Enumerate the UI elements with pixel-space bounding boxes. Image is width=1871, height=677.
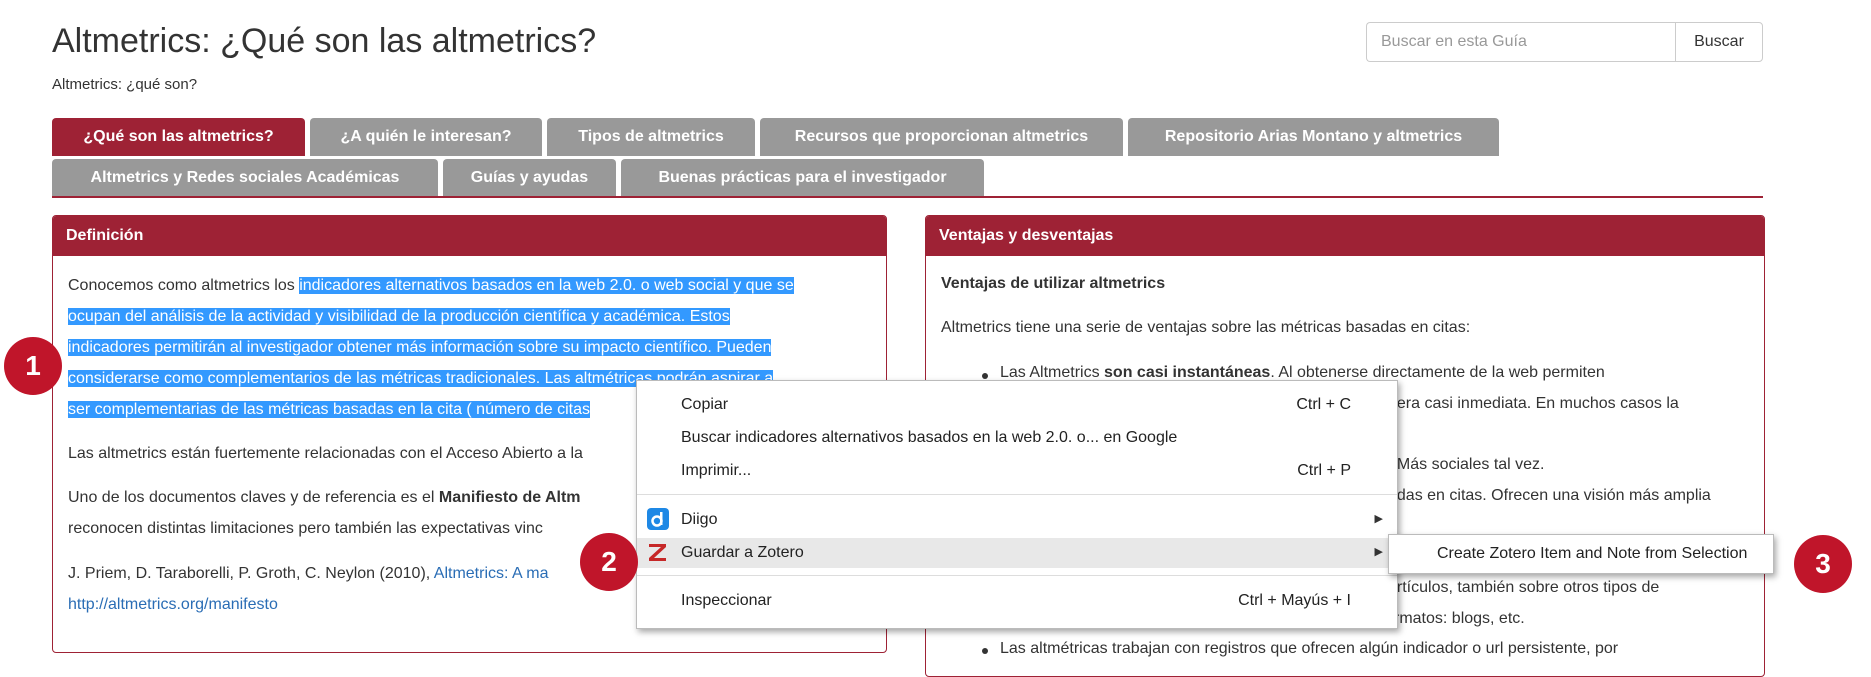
ventaja-2-fragment: . Más sociales tal vez.	[1388, 456, 1545, 473]
citation-line: J. Priem, D. Taraborelli, P. Groth, C. N…	[68, 565, 548, 583]
menu-item-create-zotero-item[interactable]: Create Zotero Item and Note from Selecti…	[1389, 539, 1773, 569]
definicion-para-1-line-3: indicadores permitirán al investigador o…	[68, 339, 772, 357]
search-input[interactable]	[1366, 22, 1676, 62]
tab-guias[interactable]: Guías y ayudas	[443, 159, 616, 197]
ventaja-3-fragment: adas en citas. Ofrecen una visión más am…	[1388, 487, 1711, 504]
page-title: Altmetrics: ¿Qué son las altmetrics?	[52, 22, 597, 60]
citation-authors: J. Priem, D. Taraborelli, P. Groth, C. N…	[68, 565, 434, 582]
diigo-icon	[647, 508, 669, 530]
bullet-dot	[982, 648, 988, 654]
search-button[interactable]: Buscar	[1675, 22, 1763, 62]
definicion-para-3-line-1: Uno de los documentos claves y de refere…	[68, 489, 581, 507]
ventajas-intro: Altmetrics tiene una serie de ventajas s…	[941, 319, 1471, 336]
definicion-para-1-line-2: ocupan del análisis de la actividad y vi…	[68, 308, 730, 326]
callout-badge-3: 3	[1794, 535, 1852, 593]
callout-badge-1: 1	[4, 337, 62, 395]
menu-item-label: Imprimir...	[681, 462, 752, 479]
menu-item-label: Copiar	[681, 396, 729, 413]
tab-que-son[interactable]: ¿Qué son las altmetrics?	[52, 118, 305, 156]
definicion-para-3-line-2: reconocen distintas limitaciones pero ta…	[68, 520, 543, 537]
ventajas-panel-title: Ventajas y desventajas	[926, 216, 1764, 256]
manifiesto-bold: Manifiesto de Altm	[438, 489, 581, 506]
definicion-para-2: Las altmetrics están fuertemente relacio…	[68, 445, 583, 462]
menu-separator	[637, 494, 1397, 495]
menu-item-imprimir[interactable]: Imprimir... Ctrl + P	[637, 456, 1397, 486]
ventajas-subheading: Ventajas de utilizar altmetrics	[941, 275, 1166, 292]
ventaja-bold: son casi instantáneas	[1104, 364, 1271, 381]
menu-item-diigo[interactable]: Diigo ▶	[637, 505, 1397, 535]
ventaja-4-fragment: artículos, también sobre otros tipos de	[1388, 579, 1660, 596]
context-menu: Copiar Ctrl + C Buscar indicadores alter…	[636, 380, 1398, 629]
definicion-para-1-line-1: Conocemos como altmetrics los indicadore…	[68, 277, 794, 295]
zotero-submenu: Create Zotero Item and Note from Selecti…	[1388, 534, 1774, 574]
submenu-arrow-icon: ▶	[1374, 513, 1383, 525]
definicion-text: Conocemos como altmetrics los	[68, 277, 300, 294]
menu-item-label: Buscar indicadores alternativos basados …	[681, 429, 1178, 446]
manifesto-link[interactable]: Altmetrics: A ma	[434, 565, 549, 582]
definicion-panel-title: Definición	[53, 216, 886, 256]
tab-recursos[interactable]: Recursos que proporcionan altmetrics	[760, 118, 1123, 156]
selected-text[interactable]: ser complementarias de las métricas basa…	[68, 401, 591, 418]
citation-url-line: http://altmetrics.org/manifesto	[68, 596, 278, 614]
menu-item-buscar-google[interactable]: Buscar indicadores alternativos basados …	[637, 423, 1397, 453]
ventaja-1-line-2: nera casi inmediata. En muchos casos la	[1388, 395, 1679, 412]
manifesto-url-link[interactable]: http://altmetrics.org/manifesto	[68, 596, 278, 613]
bullet-dot	[982, 373, 988, 379]
ventaja-5: Las altmétricas trabajan con registros q…	[1000, 640, 1619, 657]
menu-item-guardar-zotero[interactable]: Guardar a Zotero ▶	[637, 538, 1397, 568]
menu-item-shortcut: Ctrl + P	[1297, 462, 1351, 479]
selected-text[interactable]: indicadores alternativos basados en la w…	[299, 277, 794, 294]
menu-item-shortcut: Ctrl + Mayús + I	[1238, 592, 1351, 609]
definicion-para-1-line-5: ser complementarias de las métricas basa…	[68, 401, 591, 419]
tab-repositorio[interactable]: Repositorio Arias Montano y altmetrics	[1128, 118, 1499, 156]
menu-item-shortcut: Ctrl + C	[1296, 396, 1351, 413]
definicion-text: Uno de los documentos claves y de refere…	[68, 489, 439, 506]
tab-buenas-practicas[interactable]: Buenas prácticas para el investigador	[621, 159, 984, 197]
tab-redes-sociales[interactable]: Altmetrics y Redes sociales Académicas	[52, 159, 438, 197]
menu-separator	[637, 575, 1397, 576]
zotero-icon	[649, 544, 666, 561]
menu-item-label: Inspeccionar	[681, 592, 772, 609]
tab-tipos[interactable]: Tipos de altmetrics	[547, 118, 755, 156]
page-subtitle: Altmetrics: ¿qué son?	[52, 76, 198, 93]
tab-a-quien[interactable]: ¿A quién le interesan?	[310, 118, 542, 156]
submenu-arrow-icon: ▶	[1374, 546, 1383, 558]
tab-underline	[52, 196, 1763, 198]
menu-item-inspeccionar[interactable]: Inspeccionar Ctrl + Mayús + I	[637, 586, 1397, 616]
callout-badge-2: 2	[580, 533, 638, 591]
ventaja-text: . Al obtenerse directamente de la web pe…	[1270, 364, 1605, 381]
menu-item-label: Create Zotero Item and Note from Selecti…	[1437, 545, 1748, 562]
selected-text[interactable]: indicadores permitirán al investigador o…	[68, 339, 772, 356]
ventaja-text: Las Altmetrics	[1000, 364, 1105, 381]
menu-item-label: Guardar a Zotero	[681, 544, 804, 561]
selected-text[interactable]: ocupan del análisis de la actividad y vi…	[68, 308, 730, 325]
menu-item-label: Diigo	[681, 511, 718, 528]
menu-item-copiar[interactable]: Copiar Ctrl + C	[637, 390, 1397, 420]
